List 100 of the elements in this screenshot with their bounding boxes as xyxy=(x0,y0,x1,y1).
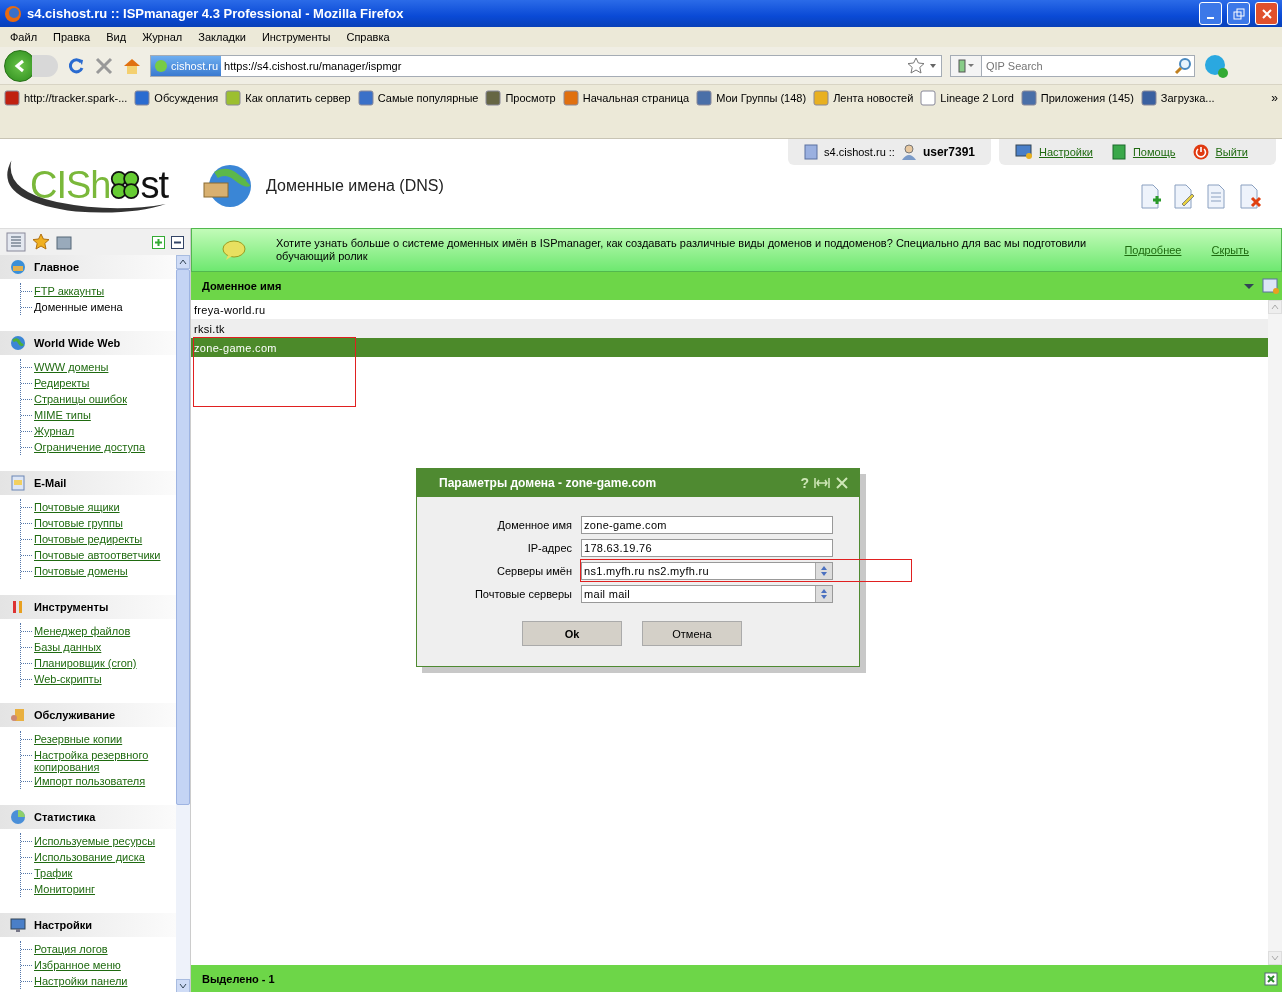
bookmarks-overflow-button[interactable]: » xyxy=(1271,91,1278,105)
messenger-icon[interactable] xyxy=(1203,52,1229,79)
sidebar-item[interactable]: Резервные копии xyxy=(21,731,123,747)
menu-item[interactable]: Файл xyxy=(2,31,46,43)
sidebar-item[interactable]: Импорт пользователя xyxy=(21,773,146,789)
bookmark-item[interactable]: Lineage 2 Lord xyxy=(920,90,1014,106)
search-engine-button[interactable] xyxy=(950,54,982,77)
reload-icon[interactable] xyxy=(66,55,86,76)
sidebar-item[interactable]: Мониторинг xyxy=(21,881,95,897)
restore-button[interactable] xyxy=(1227,2,1250,25)
pie-chart-icon xyxy=(10,809,26,825)
bookmark-item[interactable]: Приложения (145) xyxy=(1020,90,1134,106)
sidebar-group-header[interactable]: Обслуживание xyxy=(0,703,176,727)
export-icon[interactable] xyxy=(1264,972,1278,986)
menu-item[interactable]: Правка xyxy=(45,31,99,43)
dropdown-caret-icon[interactable] xyxy=(1242,281,1256,291)
bookmark-item[interactable]: Загрузка... xyxy=(1140,90,1215,106)
sidebar-group-header[interactable]: Главное xyxy=(0,255,176,279)
sidebar-item[interactable]: FTP аккаунты xyxy=(21,283,105,299)
header-link[interactable]: Выйти xyxy=(1215,146,1248,158)
sidebar-item[interactable]: MIME типы xyxy=(21,407,91,423)
close-icon[interactable] xyxy=(835,476,849,490)
sidebar-item[interactable]: Редиректы xyxy=(21,375,90,391)
star-icon[interactable] xyxy=(32,233,50,251)
banner-link[interactable]: Подробнее xyxy=(1124,244,1182,256)
new-document-icon[interactable] xyxy=(1139,184,1163,210)
close-button[interactable] xyxy=(1255,2,1278,25)
collapse-all-icon[interactable] xyxy=(171,235,184,249)
menu-item[interactable]: Инструменты xyxy=(253,31,339,43)
list-field[interactable]: mail mail xyxy=(581,585,833,603)
sidebar-item[interactable]: Доменные имена xyxy=(21,299,123,315)
sidebar-item[interactable]: Используемые ресурсы xyxy=(21,833,156,849)
sidebar-item[interactable]: Почтовые ящики xyxy=(21,499,120,515)
table-row[interactable]: zone-game.com xyxy=(191,338,1268,357)
scroll-up-icon[interactable] xyxy=(179,259,187,265)
spinner-arrows-icon[interactable] xyxy=(820,588,828,600)
sidebar-item[interactable]: Почтовые группы xyxy=(21,515,123,531)
banner-link[interactable]: Скрыть xyxy=(1211,244,1249,256)
menu-item[interactable]: Справка xyxy=(338,31,398,43)
sidebar-group-header[interactable]: Статистика xyxy=(0,805,176,829)
field-label: Серверы имён xyxy=(496,565,572,577)
bookmark-item[interactable]: http://tracker.spark-... xyxy=(4,90,128,106)
server-name: s4.cishost.ru :: xyxy=(824,146,895,158)
sidebar-item[interactable]: Настройка резервного копирования xyxy=(21,747,161,773)
sidebar-item[interactable]: Почтовые домены xyxy=(21,563,128,579)
sidebar-group-header[interactable]: Инструменты xyxy=(0,595,176,619)
address-bar[interactable]: cishost.ru https://s4.cishost.ru/manager/ispmgr xyxy=(150,54,942,77)
table-row[interactable]: freya-world.ru xyxy=(191,300,1268,319)
sidebar-item[interactable]: Менеджер файлов xyxy=(21,623,131,639)
sidebar-item[interactable]: Трафик xyxy=(21,865,73,881)
sidebar-item[interactable]: Избранное меню xyxy=(21,957,121,973)
list-field[interactable]: ns1.myfh.ru ns2.myfh.ru xyxy=(581,562,833,580)
clipboard-icon[interactable] xyxy=(56,234,72,250)
expand-all-icon[interactable] xyxy=(152,235,165,249)
column-header[interactable]: Доменное имя xyxy=(202,280,1242,292)
bookmark-item[interactable]: Лента новостей xyxy=(813,90,914,106)
scroll-down-icon[interactable] xyxy=(179,983,187,989)
sidebar-item[interactable]: Базы данных xyxy=(21,639,102,655)
bookmark-item[interactable]: Самые популярные xyxy=(357,90,479,106)
list-view-icon[interactable] xyxy=(6,232,26,252)
search-icon[interactable] xyxy=(1174,56,1192,75)
sidebar-item[interactable]: Ротация логов xyxy=(21,941,108,957)
sidebar-item[interactable]: Почтовые автоответчики xyxy=(21,547,161,563)
sidebar-item[interactable]: Страницы ошибок xyxy=(21,391,128,407)
sidebar-item[interactable]: Планировщик (cron) xyxy=(21,655,137,671)
search-field[interactable]: QIP Search xyxy=(982,54,1195,77)
sidebar-scrollbar[interactable] xyxy=(176,255,190,992)
sidebar-item[interactable]: Почтовые редиректы xyxy=(21,531,143,547)
table-row[interactable]: rksi.tk xyxy=(191,319,1268,338)
delete-document-icon[interactable] xyxy=(1238,184,1262,210)
bookmark-item[interactable]: Как оплатить сервер xyxy=(225,90,351,106)
menu-item[interactable]: Вид xyxy=(98,31,135,43)
sidebar-item[interactable]: Журнал xyxy=(21,423,75,439)
resize-icon[interactable] xyxy=(814,477,830,489)
bookmark-item[interactable]: Начальная страница xyxy=(562,90,690,106)
ok-button[interactable]: Ok xyxy=(522,621,622,646)
sidebar-item[interactable]: Использование диска xyxy=(21,849,145,865)
header-link[interactable]: Помощь xyxy=(1132,146,1176,158)
bookmark-item[interactable]: Обсуждения xyxy=(134,90,219,106)
sidebar-group-header[interactable]: Настройки xyxy=(0,913,176,937)
cancel-button[interactable]: Отмена xyxy=(642,621,742,646)
input-field[interactable]: 178.63.19.76 xyxy=(581,539,833,557)
sidebar-item[interactable]: Настройки панели xyxy=(21,973,128,989)
sidebar-item[interactable]: WWW домены xyxy=(21,359,109,375)
edit-document-icon[interactable] xyxy=(1172,184,1196,210)
menu-item[interactable]: Журнал xyxy=(134,31,191,43)
sidebar-group-header[interactable]: E-Mail xyxy=(0,471,176,495)
sidebar-group-header[interactable]: World Wide Web xyxy=(0,331,176,355)
spinner-arrows-icon[interactable] xyxy=(820,565,828,577)
minimize-button[interactable] xyxy=(1199,2,1222,25)
stop-icon[interactable] xyxy=(94,55,114,76)
bookmark-item[interactable]: Просмотр xyxy=(485,90,556,106)
input-field[interactable]: zone-game.com xyxy=(581,516,833,534)
sidebar-item[interactable]: Web-скрипты xyxy=(21,671,102,687)
star-icon[interactable] xyxy=(907,56,925,75)
bookmark-item[interactable]: Мои Группы (148) xyxy=(696,90,807,106)
table-settings-icon[interactable] xyxy=(1262,277,1280,295)
menu-item[interactable]: Закладки xyxy=(190,31,254,43)
header-link[interactable]: Настройки xyxy=(1039,146,1093,158)
sidebar-item[interactable]: Ограничение доступа xyxy=(21,439,146,455)
